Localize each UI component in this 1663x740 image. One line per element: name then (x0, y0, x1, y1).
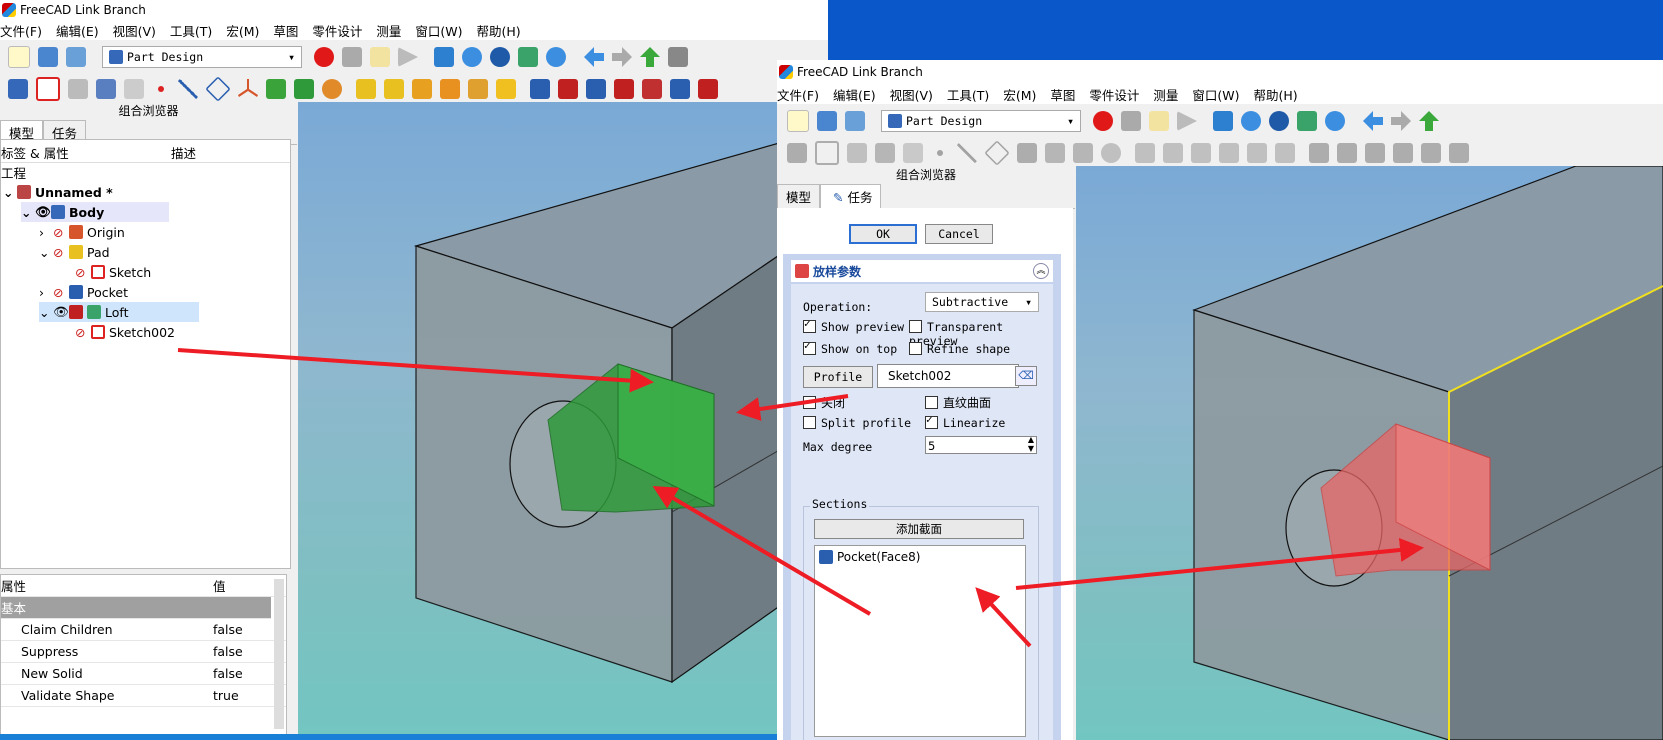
arrow-section-to-right-model (1015, 538, 1424, 590)
arrow-sketch002-to-model (177, 348, 654, 393)
annotation-arrows (177, 348, 1424, 648)
arrow-section-to-left-model (652, 485, 872, 616)
arrow-pointer-section (975, 587, 1032, 648)
arrow-profile-to-model (736, 394, 849, 421)
